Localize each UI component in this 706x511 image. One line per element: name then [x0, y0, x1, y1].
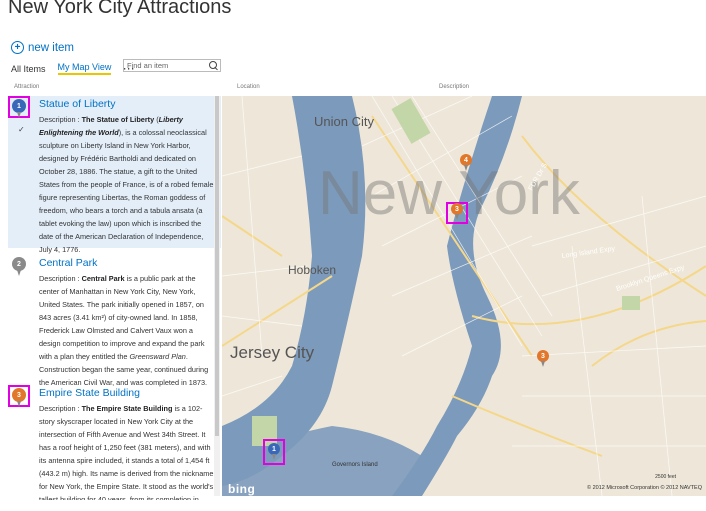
new-item-label: new item	[28, 41, 75, 54]
item-description: Description : The Statue of Liberty (Lib…	[39, 115, 214, 254]
map-pin-1[interactable]: 1	[265, 441, 283, 463]
map-pin-icon: 2	[12, 257, 26, 276]
map-view[interactable]: Union City Hoboken Jersey City New York …	[222, 96, 706, 496]
column-header-description[interactable]: Description	[439, 84, 469, 90]
list-item[interactable]: 2 Central Park Description : Central Par…	[8, 248, 221, 387]
search-input[interactable]: Find an item	[123, 59, 221, 72]
map-pin-3[interactable]: 3	[448, 201, 466, 223]
scrollbar-thumb[interactable]	[215, 96, 219, 436]
label-jersey-city: Jersey City	[230, 343, 315, 362]
map-pin-2[interactable]: 4	[457, 152, 475, 174]
map-pin-icon: 3	[12, 388, 26, 407]
new-item-button[interactable]: + new item	[11, 41, 74, 54]
label-union-city: Union City	[314, 114, 374, 129]
page-title: New York City Attractions	[8, 0, 232, 18]
checkmark-icon[interactable]: ✓	[18, 125, 25, 134]
view-all-items[interactable]: All Items	[11, 64, 46, 74]
plus-icon: +	[11, 41, 24, 54]
view-my-map-view[interactable]: My Map View	[57, 62, 112, 75]
column-header-location[interactable]: Location	[237, 84, 260, 90]
list-item[interactable]: 1 ✓ Statue of Liberty Description : The …	[8, 96, 221, 254]
list-scrollbar[interactable]	[214, 96, 220, 496]
list-item[interactable]: 3 Empire State Building Description : Th…	[8, 378, 221, 500]
map-pin-icon: 1	[12, 99, 26, 118]
search-icon[interactable]	[209, 61, 217, 69]
label-governors-island: Governors Island	[332, 462, 378, 468]
label-bqe: Brooklyn Queens Expy	[615, 264, 685, 293]
column-header-attraction[interactable]: Attraction	[14, 84, 39, 90]
item-title[interactable]: Empire State Building	[39, 387, 215, 399]
map-scale: 2500 feet	[655, 474, 676, 480]
map-pin-4[interactable]: 3	[534, 348, 552, 370]
search-placeholder: Find an item	[127, 61, 169, 70]
item-title[interactable]: Central Park	[39, 257, 215, 269]
label-long-island-expy: Long Island Expy	[561, 246, 616, 260]
item-description: Description : The Empire State Building …	[39, 404, 214, 500]
attraction-list: 1 ✓ Statue of Liberty Description : The …	[8, 96, 221, 500]
item-description: Description : Central Park is a public p…	[39, 274, 209, 387]
item-title[interactable]: Statue of Liberty	[39, 98, 215, 110]
label-hoboken: Hoboken	[288, 263, 336, 277]
bing-logo: bing	[228, 482, 256, 496]
map-copyright: © 2012 Microsoft Corporation © 2012 NAVT…	[587, 485, 702, 491]
